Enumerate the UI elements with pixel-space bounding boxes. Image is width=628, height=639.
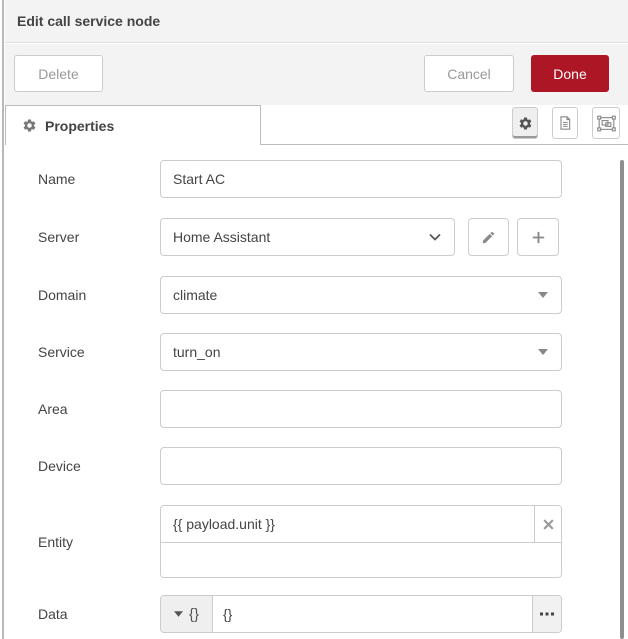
domain-label: Domain — [38, 287, 160, 303]
json-type-icon: {} — [189, 606, 199, 623]
caret-down-icon — [538, 349, 548, 355]
entity-input-empty[interactable] — [161, 543, 561, 577]
domain-row: Domain climate — [38, 276, 562, 314]
name-input[interactable] — [160, 160, 562, 198]
object-group-icon — [597, 115, 616, 132]
server-row: Server Home Assistant — [38, 218, 559, 256]
edit-description-button[interactable] — [552, 107, 578, 139]
dialog-title: Edit call service node — [17, 13, 160, 29]
domain-select[interactable]: climate — [160, 276, 562, 314]
data-typed-input: {} — [160, 595, 562, 633]
gear-icon — [518, 116, 533, 131]
pencil-icon — [481, 230, 496, 245]
edit-tray: Edit call service node Delete Cancel Don… — [5, 0, 628, 639]
done-button[interactable]: Done — [531, 55, 609, 92]
data-label: Data — [38, 606, 160, 622]
area-row: Area — [38, 390, 562, 428]
edit-appearance-button[interactable] — [592, 107, 620, 139]
tray-left-border — [2, 0, 4, 639]
entity-label: Entity — [38, 534, 160, 550]
plus-icon — [530, 229, 547, 246]
entity-input[interactable] — [161, 506, 534, 542]
service-select[interactable]: turn_on — [160, 333, 562, 371]
device-input[interactable] — [160, 447, 562, 485]
tab-bar: Properties — [5, 105, 628, 145]
dialog-header: Edit call service node — [5, 0, 628, 43]
domain-select-value: climate — [173, 287, 217, 303]
service-label: Service — [38, 344, 160, 360]
ellipsis-icon — [540, 612, 554, 616]
expand-editor-button[interactable] — [532, 596, 561, 632]
delete-button[interactable]: Delete — [14, 55, 103, 92]
server-label: Server — [38, 229, 160, 245]
area-label: Area — [38, 401, 160, 417]
properties-form: Name Server Home Assistant — [5, 145, 628, 639]
data-type-select[interactable]: {} — [161, 596, 213, 632]
tab-properties[interactable]: Properties — [5, 105, 261, 145]
x-icon — [542, 518, 555, 531]
entity-list-item — [161, 506, 561, 543]
server-select[interactable]: Home Assistant — [160, 218, 455, 256]
device-row: Device — [38, 447, 562, 485]
caret-down-icon — [538, 292, 548, 298]
entity-list-item — [161, 543, 561, 577]
edit-properties-button[interactable] — [512, 107, 538, 139]
add-server-button[interactable] — [517, 218, 559, 256]
document-icon — [557, 115, 573, 131]
name-label: Name — [38, 171, 160, 187]
edit-node-dialog: Edit call service node Delete Cancel Don… — [0, 0, 628, 639]
server-select-value: Home Assistant — [173, 229, 270, 245]
caret-down-icon — [174, 611, 183, 617]
edit-server-button[interactable] — [468, 218, 509, 256]
chevron-down-icon — [429, 233, 441, 241]
service-select-value: turn_on — [173, 344, 220, 360]
name-row: Name — [38, 160, 562, 198]
entity-list — [160, 505, 562, 578]
data-value-input[interactable] — [213, 596, 532, 632]
cancel-button[interactable]: Cancel — [424, 55, 514, 92]
device-label: Device — [38, 458, 160, 474]
data-row: Data {} — [38, 595, 562, 633]
entity-row: Entity — [38, 505, 562, 578]
gear-icon — [22, 118, 37, 133]
dialog-toolbar: Delete Cancel Done — [5, 44, 628, 105]
scrollbar[interactable] — [620, 160, 624, 639]
remove-entity-button[interactable] — [534, 506, 561, 542]
tab-properties-label: Properties — [45, 118, 114, 134]
service-row: Service turn_on — [38, 333, 562, 371]
area-input[interactable] — [160, 390, 562, 428]
